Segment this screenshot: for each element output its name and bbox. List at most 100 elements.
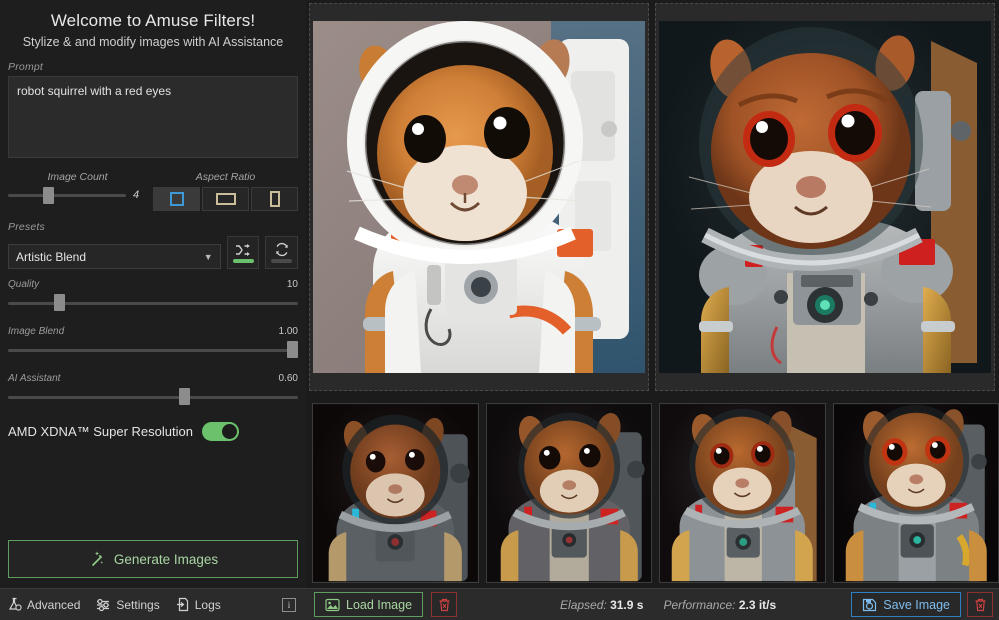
- result-image-original[interactable]: [313, 21, 645, 373]
- save-actions-group: Save Image: [851, 592, 999, 617]
- load-image-button[interactable]: Load Image: [314, 592, 424, 617]
- page-title: Welcome to Amuse Filters!: [50, 11, 256, 30]
- shuffle-icon: [235, 243, 250, 256]
- slider-thumb[interactable]: [287, 341, 298, 358]
- aspect-ratio-section: Aspect Ratio: [153, 171, 298, 211]
- refresh-icon: [275, 242, 288, 257]
- result-image-filtered[interactable]: [659, 21, 991, 373]
- performance-stat: Performance: 2.3 it/s: [663, 598, 776, 612]
- thumbnail-2[interactable]: [485, 403, 652, 583]
- slider-thumb[interactable]: [179, 388, 191, 405]
- presets-select[interactable]: Artistic Blend ▼: [8, 244, 221, 269]
- image-count-section: Image Count 4: [8, 171, 147, 211]
- param-quality: Quality 10: [8, 279, 298, 312]
- parameters-section: Quality 10 Image Blend 1.00 AI Assistant…: [0, 269, 306, 420]
- thumbnail-3[interactable]: [659, 403, 826, 583]
- result-panel-filtered[interactable]: [655, 3, 995, 391]
- page-subtitle: Stylize & and modify images with AI Assi…: [22, 35, 284, 49]
- bottom-toolbar: Advanced Settings Logs i Load Image Elap…: [0, 588, 999, 620]
- flask-gear-icon: [8, 597, 22, 611]
- shuffle-active-indicator: [232, 258, 254, 263]
- aspect-ratio-portrait-button[interactable]: [251, 187, 298, 211]
- image-count-slider[interactable]: [8, 187, 126, 204]
- refresh-preset-button[interactable]: [265, 236, 298, 269]
- elapsed-label: Elapsed:: [560, 597, 607, 612]
- slider-track: [8, 396, 298, 399]
- thumbnail-1[interactable]: [312, 403, 479, 583]
- amuse-filters-window: Welcome to Amuse Filters! Stylize & and …: [0, 0, 999, 620]
- param-value: 0.60: [278, 373, 298, 384]
- settings-button[interactable]: Settings: [96, 597, 160, 612]
- result-panels: [306, 0, 999, 395]
- presets-selected-value: Artistic Blend: [16, 249, 87, 264]
- aspect-ratio-landscape-button[interactable]: [202, 187, 249, 211]
- performance-value: 2.3 it/s: [738, 597, 777, 612]
- save-image-button[interactable]: Save Image: [851, 592, 961, 617]
- gallery-content: [306, 0, 999, 588]
- bottom-right-group: Load Image Elapsed: 31.9 s Performance: …: [306, 592, 999, 617]
- landscape-icon: [215, 193, 236, 205]
- aspect-ratio-label: Aspect Ratio: [195, 171, 256, 183]
- super-resolution-label: AMD XDNA™ Super Resolution: [8, 424, 193, 439]
- slider-track: [8, 302, 298, 305]
- image-count-label: Image Count: [47, 171, 108, 183]
- super-resolution-row: AMD XDNA™ Super Resolution: [0, 420, 306, 441]
- slider-thumb[interactable]: [43, 187, 55, 204]
- load-image-label: Load Image: [346, 597, 413, 612]
- image-count-value: 4: [133, 189, 140, 201]
- elapsed-stat: Elapsed: 31.9 s: [560, 598, 643, 612]
- slider-track: [8, 193, 126, 197]
- trash-icon: [975, 598, 985, 611]
- portrait-icon: [269, 191, 280, 207]
- settings-label: Settings: [116, 597, 160, 612]
- logs-label: Logs: [194, 597, 221, 612]
- quality-slider[interactable]: [8, 294, 298, 312]
- slider-track: [8, 349, 298, 352]
- advanced-label: Advanced: [27, 597, 81, 612]
- param-label: Quality: [8, 279, 40, 290]
- advanced-button[interactable]: Advanced: [7, 597, 80, 612]
- thumbnail-strip: [306, 395, 999, 585]
- performance-label: Performance:: [663, 597, 736, 612]
- param-value: 10: [286, 279, 298, 290]
- left-sidebar: Welcome to Amuse Filters! Stylize & and …: [0, 0, 306, 588]
- ai-assistant-slider[interactable]: [8, 388, 298, 406]
- clear-loaded-image-button[interactable]: [431, 592, 458, 617]
- slider-thumb[interactable]: [54, 294, 66, 311]
- result-panel-original[interactable]: [309, 3, 649, 391]
- presets-section: Presets Artistic Blend ▼: [0, 211, 306, 269]
- generate-button-label: Generate Images: [113, 551, 219, 567]
- param-value: 1.00: [278, 326, 298, 337]
- magic-wand-icon: [91, 551, 104, 567]
- main-body: Welcome to Amuse Filters! Stylize & and …: [0, 0, 999, 588]
- stats-group: Elapsed: 31.9 s Performance: 2.3 it/s: [560, 598, 776, 612]
- delete-saved-image-button[interactable]: [967, 592, 993, 617]
- thumbnail-4[interactable]: [832, 403, 999, 583]
- welcome-header: Welcome to Amuse Filters! Stylize & and …: [0, 0, 306, 53]
- elapsed-value: 31.9 s: [610, 597, 644, 612]
- prompt-section: Prompt: [0, 53, 306, 163]
- chevron-down-icon: ▼: [203, 251, 213, 262]
- generate-images-button[interactable]: Generate Images: [8, 540, 298, 578]
- square-icon: [169, 192, 184, 206]
- image-blend-slider[interactable]: [8, 341, 298, 359]
- presets-label: Presets: [8, 221, 45, 233]
- super-resolution-toggle[interactable]: [201, 422, 239, 441]
- param-label: Image Blend: [8, 326, 65, 337]
- toggle-knob: [221, 424, 237, 439]
- logs-button[interactable]: Logs: [176, 597, 221, 612]
- prompt-label: Prompt: [8, 61, 44, 73]
- aspect-ratio-square-button[interactable]: [153, 187, 200, 211]
- bottom-left-group: Advanced Settings Logs i: [0, 597, 306, 612]
- sliders-icon: [97, 598, 110, 611]
- shuffle-preset-button[interactable]: [226, 236, 260, 269]
- param-label: AI Assistant: [8, 373, 61, 384]
- prompt-input[interactable]: [8, 76, 298, 158]
- image-icon: [325, 598, 340, 611]
- info-icon[interactable]: i: [282, 597, 296, 612]
- trash-icon: [439, 598, 450, 611]
- generate-section: Generate Images: [0, 540, 306, 588]
- param-image-blend: Image Blend 1.00: [8, 326, 298, 359]
- refresh-inactive-indicator: [271, 259, 293, 263]
